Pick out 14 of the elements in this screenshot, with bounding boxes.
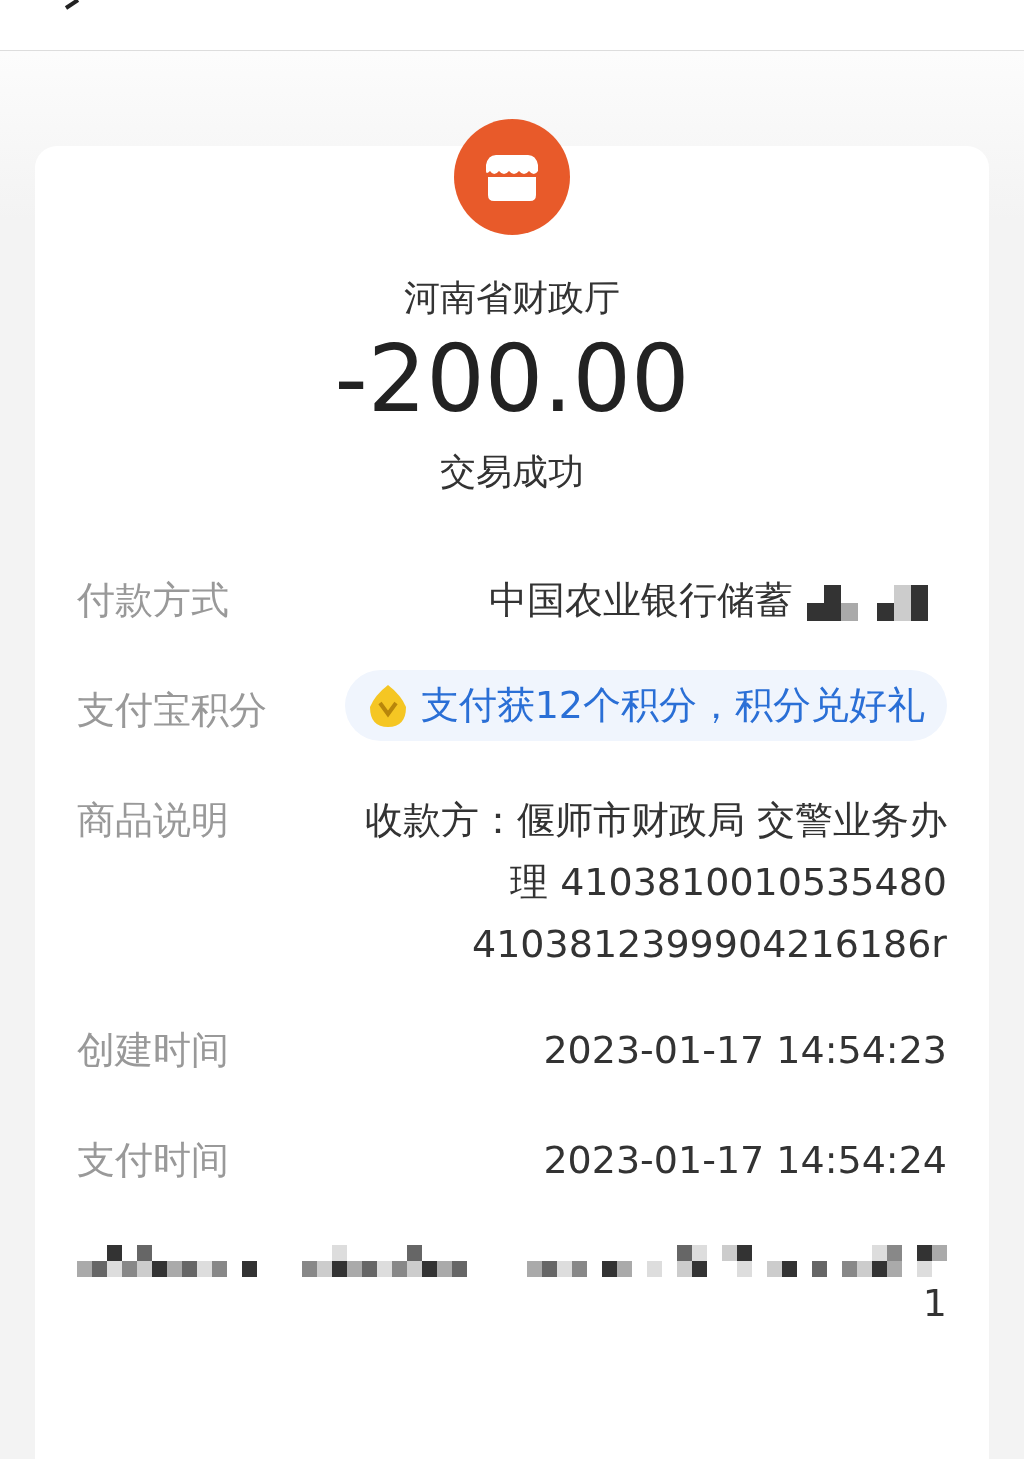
- detail-label: 付款方式: [77, 577, 229, 625]
- detail-label: 商品说明: [77, 797, 229, 845]
- merchant-name: 河南省财政厅: [403, 276, 621, 320]
- detail-label: 创建时间: [77, 1027, 229, 1075]
- detail-label: 支付宝积分: [77, 687, 267, 735]
- row-value: 1: [922, 1281, 947, 1326]
- points-promo[interactable]: 支付获12个积分，积分兑好礼: [344, 670, 947, 742]
- time-value: 2023-01-17 14:54:23: [543, 1027, 947, 1075]
- detail-label: 支付时间: [77, 1137, 229, 1185]
- transaction-status: 交易成功: [439, 450, 585, 495]
- product-description: 收款方：偃师市财政局 交警业务办 理 4103810010535480 4103812399904216186r: [364, 797, 947, 969]
- payment-method: 中国农业银行储蓄: [489, 577, 793, 625]
- amount: -200.00: [333, 329, 691, 431]
- time-value: 2023-01-17 14:54:24: [543, 1137, 947, 1185]
